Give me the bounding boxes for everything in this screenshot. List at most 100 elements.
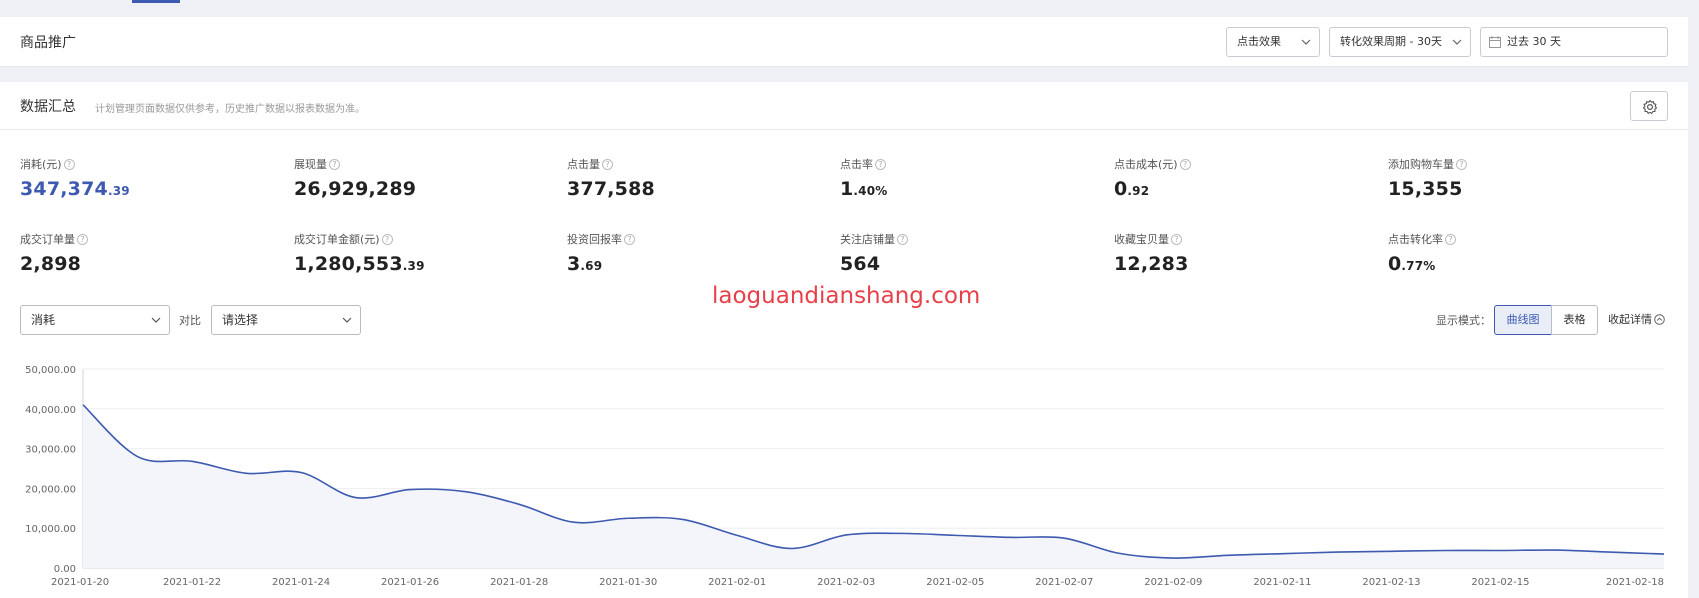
x-tick-label: 2021-01-30 bbox=[599, 577, 657, 588]
compare-label: 对比 bbox=[179, 314, 201, 327]
help-icon[interactable]: ? bbox=[875, 158, 886, 170]
display-mode-label: 显示模式： bbox=[1436, 314, 1491, 327]
summary-note: 计划管理页面数据仅供参考，历史推广数据以报表数据为准。 bbox=[95, 104, 365, 115]
collapse-label: 收起详情 bbox=[1608, 313, 1652, 326]
compare-select[interactable]: 请选择 bbox=[211, 305, 361, 335]
collapse-details-button[interactable]: 收起详情 bbox=[1608, 311, 1665, 327]
help-icon[interactable]: ? bbox=[624, 233, 635, 245]
metric-value: 2,898 bbox=[20, 253, 82, 275]
metric-cpc: 点击成本(元)? 0.92 bbox=[1114, 156, 1364, 200]
x-tick-label: 2021-01-24 bbox=[272, 577, 330, 588]
y-tick-label: 40,000.00 bbox=[25, 405, 76, 416]
summary-title: 数据汇总 bbox=[20, 99, 76, 115]
y-tick-label: 20,000.00 bbox=[25, 484, 76, 495]
x-tick-label: 2021-02-11 bbox=[1253, 577, 1311, 588]
help-icon[interactable]: ? bbox=[381, 233, 393, 245]
metric-label: 消耗(元) bbox=[20, 158, 62, 171]
metric-value: 377,588 bbox=[567, 178, 655, 200]
metric-roi: 投资回报率? 3.69 bbox=[567, 231, 817, 275]
chevron-down-icon bbox=[151, 317, 161, 323]
y-tick-label: 0.00 bbox=[54, 564, 76, 575]
x-tick-label: 2021-02-07 bbox=[1035, 577, 1093, 588]
top-strip bbox=[0, 0, 1699, 6]
x-tick-label: 2021-01-20 bbox=[51, 577, 109, 588]
metric-label: 点击量 bbox=[567, 158, 600, 171]
metric-add-to-cart: 添加购物车量? 15,355 bbox=[1388, 156, 1638, 200]
x-tick-label: 2021-02-18 bbox=[1606, 577, 1664, 588]
metric-value: 347,374.39 bbox=[20, 178, 130, 200]
x-tick-label: 2021-01-22 bbox=[163, 577, 221, 588]
metric-label: 展现量 bbox=[294, 158, 327, 171]
chevron-down-icon bbox=[1301, 39, 1311, 45]
chevron-down-icon bbox=[342, 317, 352, 323]
settings-button[interactable] bbox=[1630, 91, 1668, 121]
metric-label: 投资回报率 bbox=[567, 233, 622, 246]
metric-spend: 消耗(元)? 347,374.39 bbox=[20, 156, 270, 200]
x-tick-label: 2021-02-03 bbox=[817, 577, 875, 588]
metric-clicks: 点击量? 377,588 bbox=[567, 156, 817, 200]
summary-header: 数据汇总 计划管理页面数据仅供参考，历史推广数据以报表数据为准。 bbox=[0, 82, 1688, 130]
metric-label: 成交订单金额(元) bbox=[294, 233, 380, 246]
period-select[interactable]: 转化效果周期 - 30天 bbox=[1329, 27, 1471, 57]
x-tick-label: 2021-01-26 bbox=[381, 577, 439, 588]
metric-item-favorites: 收藏宝贝量? 12,283 bbox=[1114, 231, 1364, 275]
gear-icon bbox=[1642, 99, 1658, 114]
metric-value: 1.40% bbox=[840, 178, 888, 200]
x-tick-label: 2021-02-05 bbox=[926, 577, 984, 588]
y-tick-label: 10,000.00 bbox=[25, 524, 76, 535]
x-tick-label: 2021-02-09 bbox=[1144, 577, 1202, 588]
metric-label: 点击成本(元) bbox=[1114, 158, 1178, 171]
period-select-value: 转化效果周期 - 30天 bbox=[1340, 35, 1442, 48]
help-icon[interactable]: ? bbox=[897, 233, 908, 245]
help-icon[interactable]: ? bbox=[1179, 158, 1191, 170]
calendar-icon bbox=[1489, 36, 1501, 48]
metric-label: 关注店铺量 bbox=[840, 233, 895, 246]
metric-select-value: 消耗 bbox=[31, 313, 56, 327]
x-tick-label: 2021-01-28 bbox=[490, 577, 548, 588]
chevron-up-circle-icon bbox=[1654, 313, 1665, 325]
y-tick-label: 30,000.00 bbox=[25, 445, 76, 456]
metric-label: 收藏宝贝量 bbox=[1114, 233, 1169, 246]
metric-order-amount: 成交订单金额(元)? 1,280,553.39 bbox=[294, 231, 544, 275]
metric-label: 添加购物车量 bbox=[1388, 158, 1454, 171]
y-tick-label: 50,000.00 bbox=[25, 365, 76, 376]
spend-trend-chart: 0.00 10,000.00 20,000.00 30,000.00 40,000.00… bbox=[25, 365, 1665, 588]
metric-orders: 成交订单量? 2,898 bbox=[20, 231, 270, 275]
mode-line-button[interactable]: 曲线图 bbox=[1494, 305, 1552, 335]
help-icon[interactable]: ? bbox=[329, 158, 340, 170]
date-range-value: 过去 30 天 bbox=[1507, 35, 1561, 48]
chevron-down-icon bbox=[1452, 39, 1462, 45]
x-tick-label: 2021-02-15 bbox=[1471, 577, 1529, 588]
page-title: 商品推广 bbox=[20, 35, 76, 51]
effect-select[interactable]: 点击效果 bbox=[1226, 27, 1320, 57]
metric-value: 564 bbox=[840, 253, 881, 275]
metric-value: 0.77% bbox=[1388, 253, 1436, 275]
series-area bbox=[83, 404, 1664, 568]
header-bar: 商品推广 点击效果 转化效果周期 - 30天 过去 30 天 bbox=[0, 17, 1688, 67]
metric-value: 26,929,289 bbox=[294, 178, 417, 200]
watermark: laoguandianshang.com bbox=[712, 283, 981, 309]
active-tab-indicator bbox=[132, 0, 180, 3]
metric-click-conversion: 点击转化率? 0.77% bbox=[1388, 231, 1638, 275]
metric-value: 1,280,553.39 bbox=[294, 253, 425, 275]
effect-select-value: 点击效果 bbox=[1237, 35, 1281, 48]
date-range-picker[interactable]: 过去 30 天 bbox=[1480, 27, 1668, 57]
help-icon[interactable]: ? bbox=[602, 158, 613, 170]
metric-shop-follows: 关注店铺量? 564 bbox=[840, 231, 1090, 275]
help-icon[interactable]: ? bbox=[1445, 233, 1456, 245]
metric-value: 12,283 bbox=[1114, 253, 1189, 275]
metric-label: 点击率 bbox=[840, 158, 873, 171]
compare-select-value: 请选择 bbox=[222, 313, 259, 327]
help-icon[interactable]: ? bbox=[1456, 158, 1467, 170]
help-icon[interactable]: ? bbox=[1171, 233, 1182, 245]
metric-label: 成交订单量 bbox=[20, 233, 75, 246]
metric-impressions: 展现量? 26,929,289 bbox=[294, 156, 544, 200]
mode-table-button[interactable]: 表格 bbox=[1551, 305, 1598, 335]
x-tick-label: 2021-02-13 bbox=[1362, 577, 1420, 588]
metric-ctr: 点击率? 1.40% bbox=[840, 156, 1090, 200]
metric-value: 15,355 bbox=[1388, 178, 1463, 200]
metric-select[interactable]: 消耗 bbox=[20, 305, 170, 335]
x-tick-label: 2021-02-01 bbox=[708, 577, 766, 588]
help-icon[interactable]: ? bbox=[77, 233, 88, 245]
help-icon[interactable]: ? bbox=[63, 158, 75, 170]
